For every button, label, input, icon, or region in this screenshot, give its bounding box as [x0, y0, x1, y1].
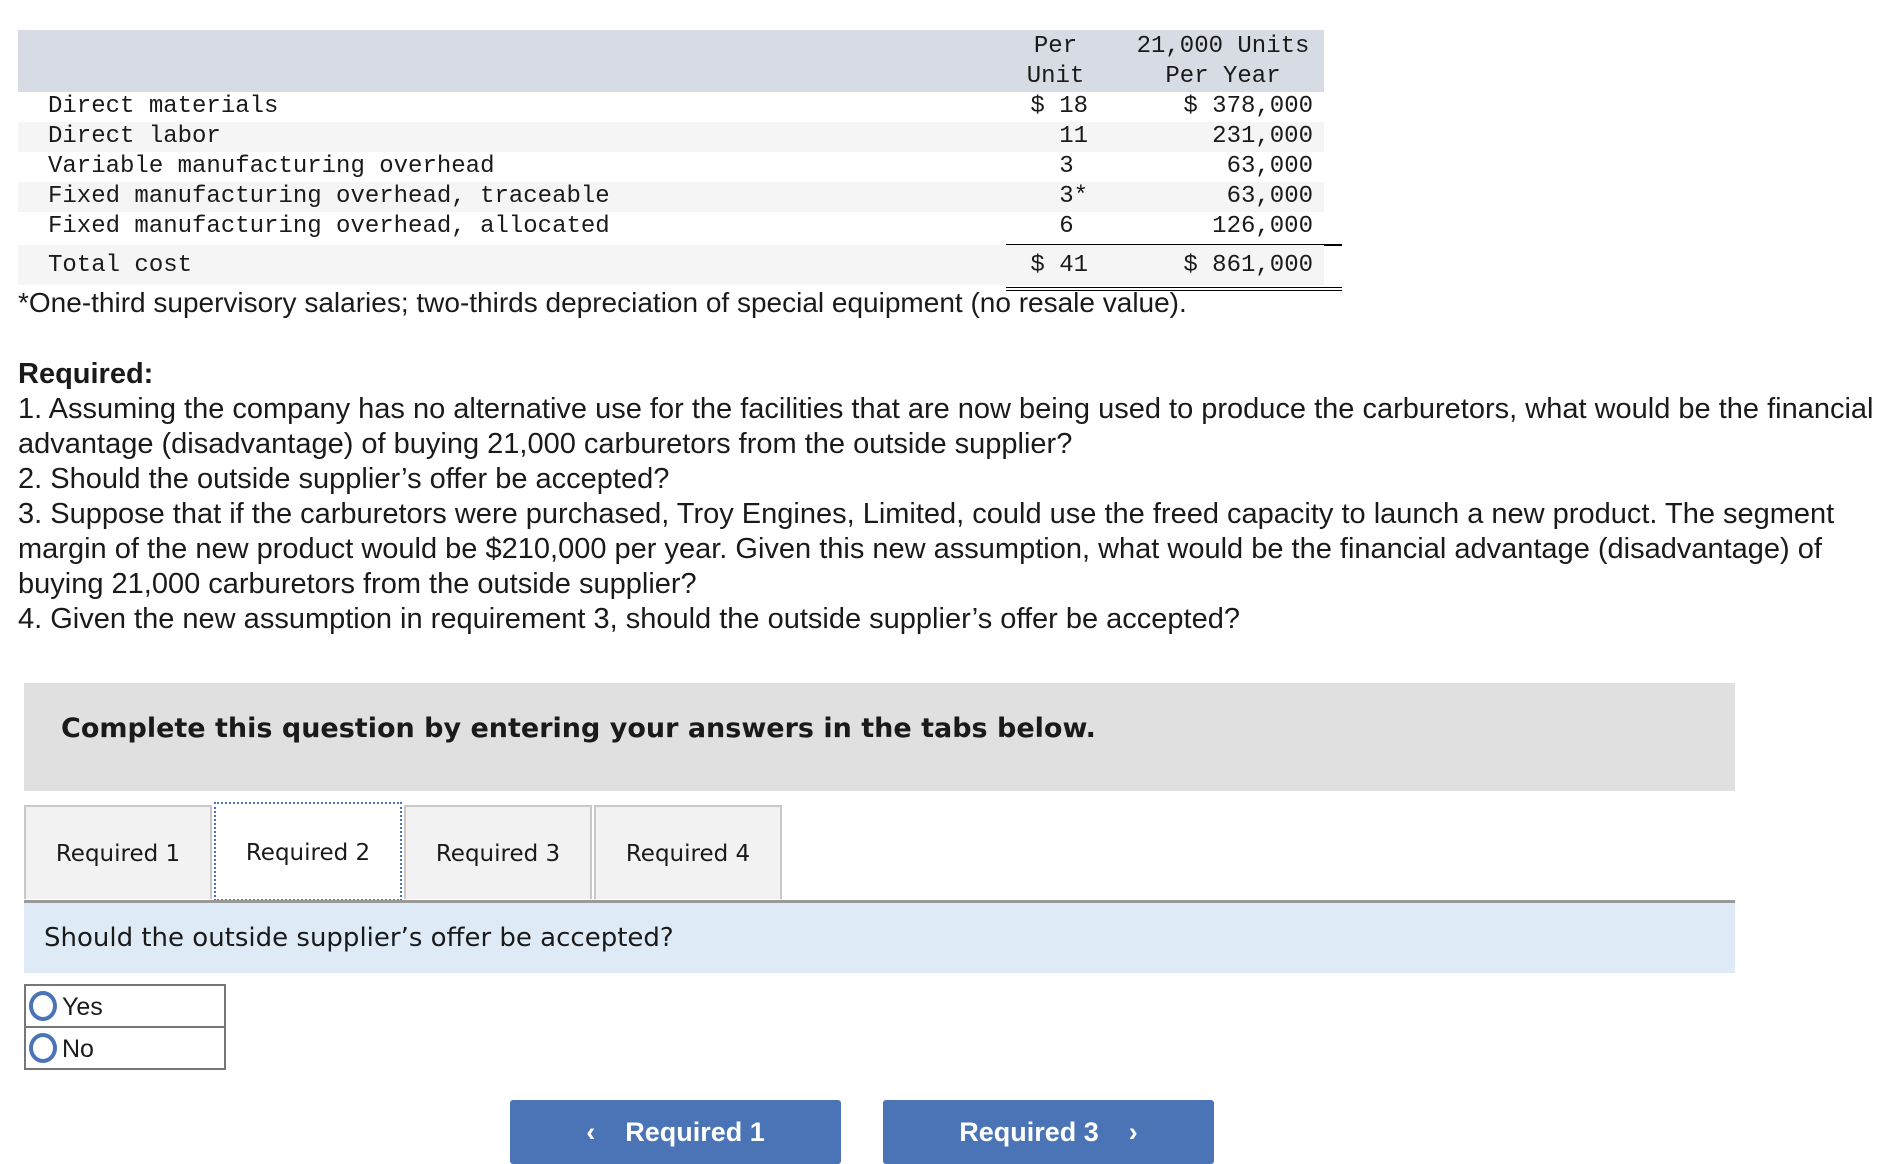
instructions-text: Complete this question by entering your … [61, 713, 1096, 744]
row-per-unit: 11 [1059, 123, 1088, 150]
row-label: Variable manufacturing overhead [48, 153, 495, 180]
tab-required-3[interactable]: Required 3 [404, 805, 592, 899]
option-no[interactable]: No [24, 1026, 226, 1070]
cost-table: Per Unit 21,000 Units Per Year Direct ma… [18, 30, 1342, 291]
header-per-year: 21,000 Units Per Year [1113, 32, 1333, 92]
row-per-unit: $ 18 [1030, 93, 1088, 120]
table-header: Per Unit 21,000 Units Per Year [18, 30, 1324, 92]
row-per-unit: 3* [1059, 183, 1088, 210]
radio-circle-icon[interactable] [29, 1033, 57, 1063]
answer-options: Yes No [24, 984, 226, 1070]
tab-required-4[interactable]: Required 4 [594, 805, 782, 899]
total-per-year: $ 861,000 [1183, 252, 1313, 279]
footnote: *One-third supervisory salaries; two-thi… [18, 287, 1187, 318]
required-title: Required: [18, 358, 154, 390]
tab-required-1[interactable]: Required 1 [24, 805, 212, 899]
row-per-year: 63,000 [1226, 183, 1313, 210]
table-row: Fixed manufacturing overhead, traceable 3… [18, 182, 1324, 212]
header-per-unit-line1: Per [1033, 33, 1078, 60]
row-per-year: 231,000 [1212, 123, 1313, 150]
prev-button-label: Required 1 [625, 1116, 765, 1147]
radio-circle-icon[interactable] [29, 991, 57, 1021]
header-per-year-line1: 21,000 Units [1136, 33, 1310, 60]
row-label: Fixed manufacturing overhead, allocated [48, 213, 610, 240]
row-per-unit: 3 [1059, 153, 1088, 180]
row-per-year: 63,000 [1226, 153, 1313, 180]
option-yes[interactable]: Yes [24, 984, 226, 1028]
prev-required-button[interactable]: ‹ Required 1 [510, 1100, 841, 1164]
instructions-box: Complete this question by entering your … [24, 683, 1735, 791]
header-per-unit: Per Unit [1003, 32, 1108, 92]
requirement-3: 3. Suppose that if the carburetors were … [18, 498, 1835, 600]
requirement-2: 2. Should the outside supplier’s offer b… [18, 463, 670, 495]
next-button-label: Required 3 [959, 1116, 1099, 1147]
requirement-4: 4. Given the new assumption in requireme… [18, 603, 1240, 635]
table-row: Direct materials $ 18 $ 378,000 [18, 92, 1324, 122]
table-row: Fixed manufacturing overhead, allocated 6… [18, 212, 1324, 242]
row-per-year: 126,000 [1212, 213, 1313, 240]
table-row: Direct labor 11 231,000 [18, 122, 1324, 152]
chevron-left-icon: ‹ [586, 1116, 596, 1147]
total-per-unit: $ 41 [1030, 252, 1088, 279]
table-row: Variable manufacturing overhead 3 63,000 [18, 152, 1324, 182]
option-yes-label: Yes [62, 993, 103, 1021]
option-no-label: No [62, 1035, 94, 1063]
row-label: Direct labor [48, 123, 221, 150]
total-row: Total cost $ 41 $ 861,000 [18, 245, 1324, 285]
next-required-button[interactable]: Required 3 › [883, 1100, 1214, 1164]
table-body: Direct materials $ 18 $ 378,000 Direct lab… [18, 92, 1342, 291]
requirements: Required: 1. Assuming the company has no… [18, 357, 1878, 637]
row-label: Fixed manufacturing overhead, traceable [48, 183, 610, 210]
requirement-1: 1. Assuming the company has no alternati… [18, 393, 1874, 460]
header-per-year-line2: Per Year [1165, 63, 1281, 90]
question-text: Should the outside supplier’s offer be a… [44, 923, 674, 953]
total-label: Total cost [48, 252, 193, 279]
row-label: Direct materials [48, 93, 279, 120]
question-panel: Should the outside supplier’s offer be a… [24, 903, 1735, 973]
row-per-unit: 6 [1059, 213, 1088, 240]
chevron-right-icon: › [1128, 1116, 1138, 1147]
row-per-year: $ 378,000 [1183, 93, 1313, 120]
header-per-unit-line2: Unit [1026, 63, 1085, 90]
tab-required-2[interactable]: Required 2 [214, 802, 402, 901]
